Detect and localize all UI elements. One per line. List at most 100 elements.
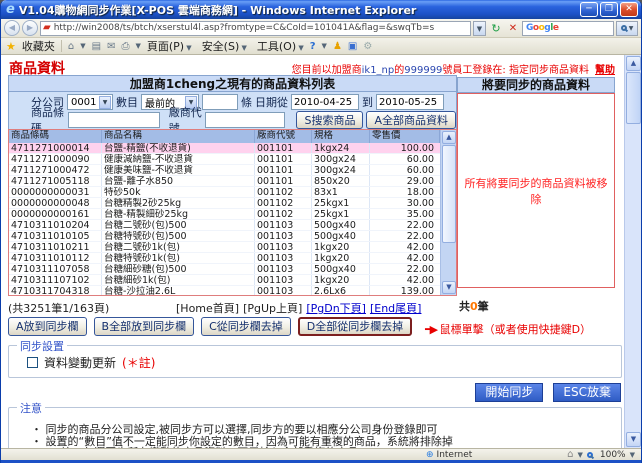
stop-icon[interactable]: ✕ [506,23,520,34]
search-button[interactable]: ▼ [616,21,638,36]
chevron-down-icon[interactable]: ▼ [577,451,582,459]
data-update-checkbox[interactable] [27,357,38,368]
table-row[interactable]: 4710311010211台糖二號砂1k(包)0011031kgx2042.00 [9,242,440,253]
table-row[interactable]: 4710311704318台糖-沙拉油2.6L0011032.6Lx6139.0… [9,286,440,295]
note-marker: (＊註) [122,354,155,371]
count-input[interactable] [202,94,238,110]
barcode-input[interactable] [68,112,160,128]
print-icon[interactable]: ⎙ [121,41,129,52]
page-nav-item[interactable]: [Home首頁] [176,300,239,316]
table-cell: 300gx24 [312,165,370,175]
start-sync-button[interactable]: 開始同步 [475,383,543,402]
table-row[interactable]: 0000000000048台糖精製2砂25kg00110225kgx130.00 [9,198,440,209]
all-products-button[interactable]: A全部商品資料 [366,111,456,129]
sync-action-button[interactable]: B全部放到同步欄 [94,317,195,336]
table-scrollbar[interactable]: ▲ ▼ [440,130,456,295]
table-cell: 台糖特號砂(包)500 [102,231,255,241]
search-icon [621,25,627,31]
help-dropdown-icon[interactable]: ▼ [322,42,327,50]
page-content: 商品資料 您目前以加盟商ik1_np的999999號員工登錄在: 指定同步商品資… [1,55,641,448]
restore-button[interactable]: ❐ [600,2,618,17]
help-icon[interactable]: ? [310,41,316,52]
column-header: 零售價 [370,130,440,143]
research-icon[interactable]: ▣ [348,41,357,52]
page-nav-item[interactable]: [End尾頁] [370,300,422,316]
notice-bullet: ・ 同步的商品分公司設定,被同步方可以選擇,同步方的要以相應分公司身份登錄即可 [31,424,453,436]
table-row[interactable]: 4711271005118台鹽-離子水850001101850x2029.00 [9,176,440,187]
table-cell: 1kgx20 [312,253,370,263]
minimize-button[interactable]: ─ [580,2,598,17]
refresh-icon[interactable]: ↻ [488,22,504,35]
scroll-up-icon[interactable]: ▲ [442,131,456,144]
table-row[interactable]: 4710311010105台糖特號砂(包)500001103500gx4022.… [9,231,440,242]
scrollbar-thumb[interactable] [442,145,456,243]
address-bar: ◀ ▶ ▰ http://win2008/ts/btch/xserstul4l.… [1,19,641,38]
table-cell: 22.00 [370,231,440,241]
window-titlebar[interactable]: e V1.04購物網同步作業[X-POS 雲端商務網] - Windows In… [1,0,641,19]
scrollbar-thumb[interactable] [626,72,641,124]
table-cell: 22.00 [370,264,440,274]
search-input[interactable]: Google [522,21,614,36]
date-from-input[interactable] [291,94,359,110]
page-nav-item[interactable]: [PgDn下頁] [306,300,366,316]
sync-action-button[interactable]: D全部從同步欄去掉 [298,317,412,336]
close-button[interactable]: ✕ [620,2,638,17]
column-header: 規格 [312,130,370,143]
print-dropdown-icon[interactable]: ▼ [135,42,140,50]
mail-icon[interactable]: ✉ [107,41,115,52]
table-row[interactable]: 4710311107102台糖細砂1k(包)0011031kgx2042.00 [9,275,440,286]
messenger-icon[interactable]: ♟ [333,41,342,52]
toolbar-menu[interactable]: 頁面(P) ▼ [147,38,192,54]
search-products-button[interactable]: S搜索商品 [296,111,363,129]
table-cell: 001103 [255,242,312,252]
help-link[interactable]: 幫助 [595,65,615,76]
table-cell: 001102 [255,187,312,197]
table-cell: 台糖特號砂1k(包) [102,253,255,263]
chevron-down-icon[interactable]: ▼ [630,451,635,459]
table-row[interactable]: 4711271000090健康減納鹽-不收退貨001101300gx2460.0… [9,154,440,165]
toolbar-separator [61,40,62,52]
toolbar-menu[interactable]: 安全(S) ▼ [202,38,247,54]
scroll-down-icon[interactable]: ▼ [442,281,456,294]
address-input[interactable]: ▰ http://win2008/ts/btch/xserstul4l.asp?… [40,21,471,36]
settings-gear-icon[interactable]: ⚙ [363,41,372,52]
protected-mode-icon[interactable]: ⌂ [567,449,573,460]
sync-settings-legend: 同步設置 [17,338,67,354]
feeds-icon[interactable]: ▤ [92,41,101,52]
page-error-icon: ▰ [43,23,51,33]
favorites-star-icon[interactable]: ★ [6,40,16,53]
scroll-down-icon[interactable]: ▼ [626,432,641,447]
notice-legend: 注意 [17,400,45,416]
table-row[interactable]: 4711271000472健康美味鹽-不收退貨001101300gx2460.0… [9,165,440,176]
zoom-level[interactable]: 100% [600,450,626,460]
sync-action-button[interactable]: C從同步欄去掉 [201,317,291,336]
search-dropdown-icon: ▼ [629,25,634,32]
favorites-label[interactable]: 收藏夾 [22,38,55,54]
branch-select[interactable]: 0001▼ [67,94,113,110]
esc-cancel-button[interactable]: ESC放棄 [553,383,621,402]
table-cell: 0000000000048 [9,198,102,208]
vendor-input[interactable] [205,112,285,128]
table-row[interactable]: 4710311010204台糖二號砂(包)500001103500gx4022.… [9,220,440,231]
table-row[interactable]: 0000000000031特砂50k00110283x118.00 [9,187,440,198]
home-icon[interactable]: ⌂ [68,41,74,52]
table-row[interactable]: 4710311010112台糖特號砂1k(包)0011031kgx2042.00 [9,253,440,264]
date-to-input[interactable] [376,94,444,110]
page-scrollbar[interactable]: ▲ ▼ [624,55,641,448]
sync-action-button[interactable]: A放到同步欄 [8,317,87,336]
forward-button[interactable]: ▶ [22,20,38,36]
scroll-up-icon[interactable]: ▲ [626,56,641,71]
table-row[interactable]: 0000000000161台糖-精製細砂25kg00110225kgx135.0… [9,209,440,220]
table-row[interactable]: 4710311107058台糖細砂糖(包)500001103500gx4022.… [9,264,440,275]
table-row[interactable]: 4711271000014台鹽-精鹽(不收退貨)0011011kgx24100.… [9,143,440,154]
table-cell: 台糖-沙拉油2.6L [102,286,255,295]
table-cell: 台鹽-離子水850 [102,176,255,186]
table-cell: 4711271000014 [9,143,102,153]
sync-panel-title: 將要同步的商品資料 [457,77,615,93]
page-nav-item[interactable]: [PgUp上頁] [243,300,302,316]
toolbar-menu[interactable]: 工具(O) ▼ [257,38,304,54]
back-button[interactable]: ◀ [4,20,20,36]
address-dropdown[interactable]: ▼ [473,21,486,36]
table-cell: 001103 [255,286,312,295]
home-dropdown-icon[interactable]: ▼ [80,42,85,50]
